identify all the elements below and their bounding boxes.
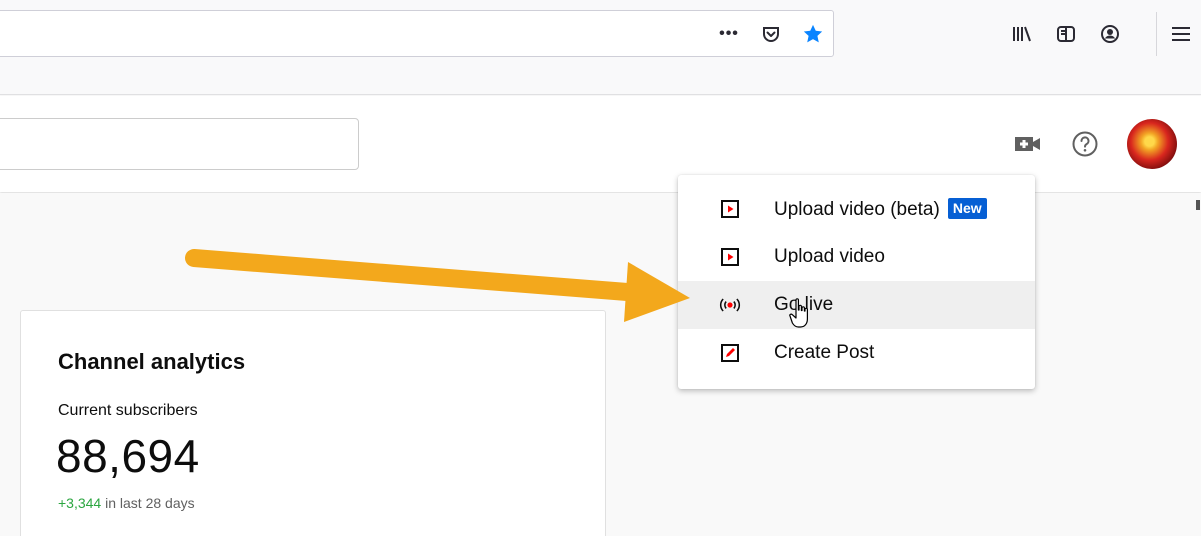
url-bar[interactable]: ••• <box>0 10 834 57</box>
new-badge: New <box>947 197 987 219</box>
menu-item-go-live[interactable]: Go live <box>678 281 1035 329</box>
pocket-icon[interactable] <box>759 22 783 46</box>
go-live-icon <box>718 293 742 317</box>
header-actions <box>1013 119 1177 169</box>
upload-video-icon <box>718 197 742 221</box>
hamburger-menu[interactable] <box>1172 10 1190 57</box>
menu-item-create-post[interactable]: Create Post <box>678 329 1035 377</box>
scrollbar-thumb[interactable] <box>1196 200 1200 210</box>
avatar[interactable] <box>1127 119 1177 169</box>
toolbar-separator <box>1156 12 1157 56</box>
subscribers-change: +3,344 in last 28 days <box>58 495 195 511</box>
menu-item-upload-video[interactable]: Upload video <box>678 233 1035 281</box>
browser-toolbar-right <box>1010 10 1122 57</box>
subscribers-label: Current subscribers <box>58 402 198 419</box>
card-title: Channel analytics <box>58 349 246 374</box>
menu-item-label: Upload video (beta) New <box>774 197 987 221</box>
browser-toolbar: ••• <box>0 0 1201 95</box>
screenshot-root: ••• Channel analytics Current subscriber… <box>0 0 1201 536</box>
menu-item-label: Create Post <box>774 342 875 363</box>
menu-item-upload-video-beta[interactable]: Upload video (beta) New <box>678 185 1035 233</box>
subscribers-count: 88,694 <box>56 430 200 482</box>
more-actions-icon[interactable]: ••• <box>717 22 741 46</box>
help-icon[interactable] <box>1071 130 1099 158</box>
create-post-icon <box>718 341 742 365</box>
search-input[interactable] <box>0 118 359 170</box>
create-menu: Upload video (beta) New Upload video Go l… <box>678 175 1035 389</box>
library-icon[interactable] <box>1010 22 1034 46</box>
channel-analytics-card: Channel analytics Current subscribers 88… <box>20 310 606 536</box>
subscribers-delta: +3,344 <box>58 495 102 511</box>
menu-item-label: Upload video <box>774 246 885 267</box>
create-video-icon[interactable] <box>1013 133 1043 155</box>
hand-cursor-icon <box>789 298 808 328</box>
upload-video-icon <box>718 245 742 269</box>
account-icon[interactable] <box>1098 22 1122 46</box>
url-bar-actions: ••• <box>717 11 825 56</box>
menu-icon[interactable] <box>1172 26 1190 42</box>
sidebar-icon[interactable] <box>1054 22 1078 46</box>
subscribers-period: in last 28 days <box>101 495 195 511</box>
bookmark-star-icon[interactable] <box>801 22 825 46</box>
